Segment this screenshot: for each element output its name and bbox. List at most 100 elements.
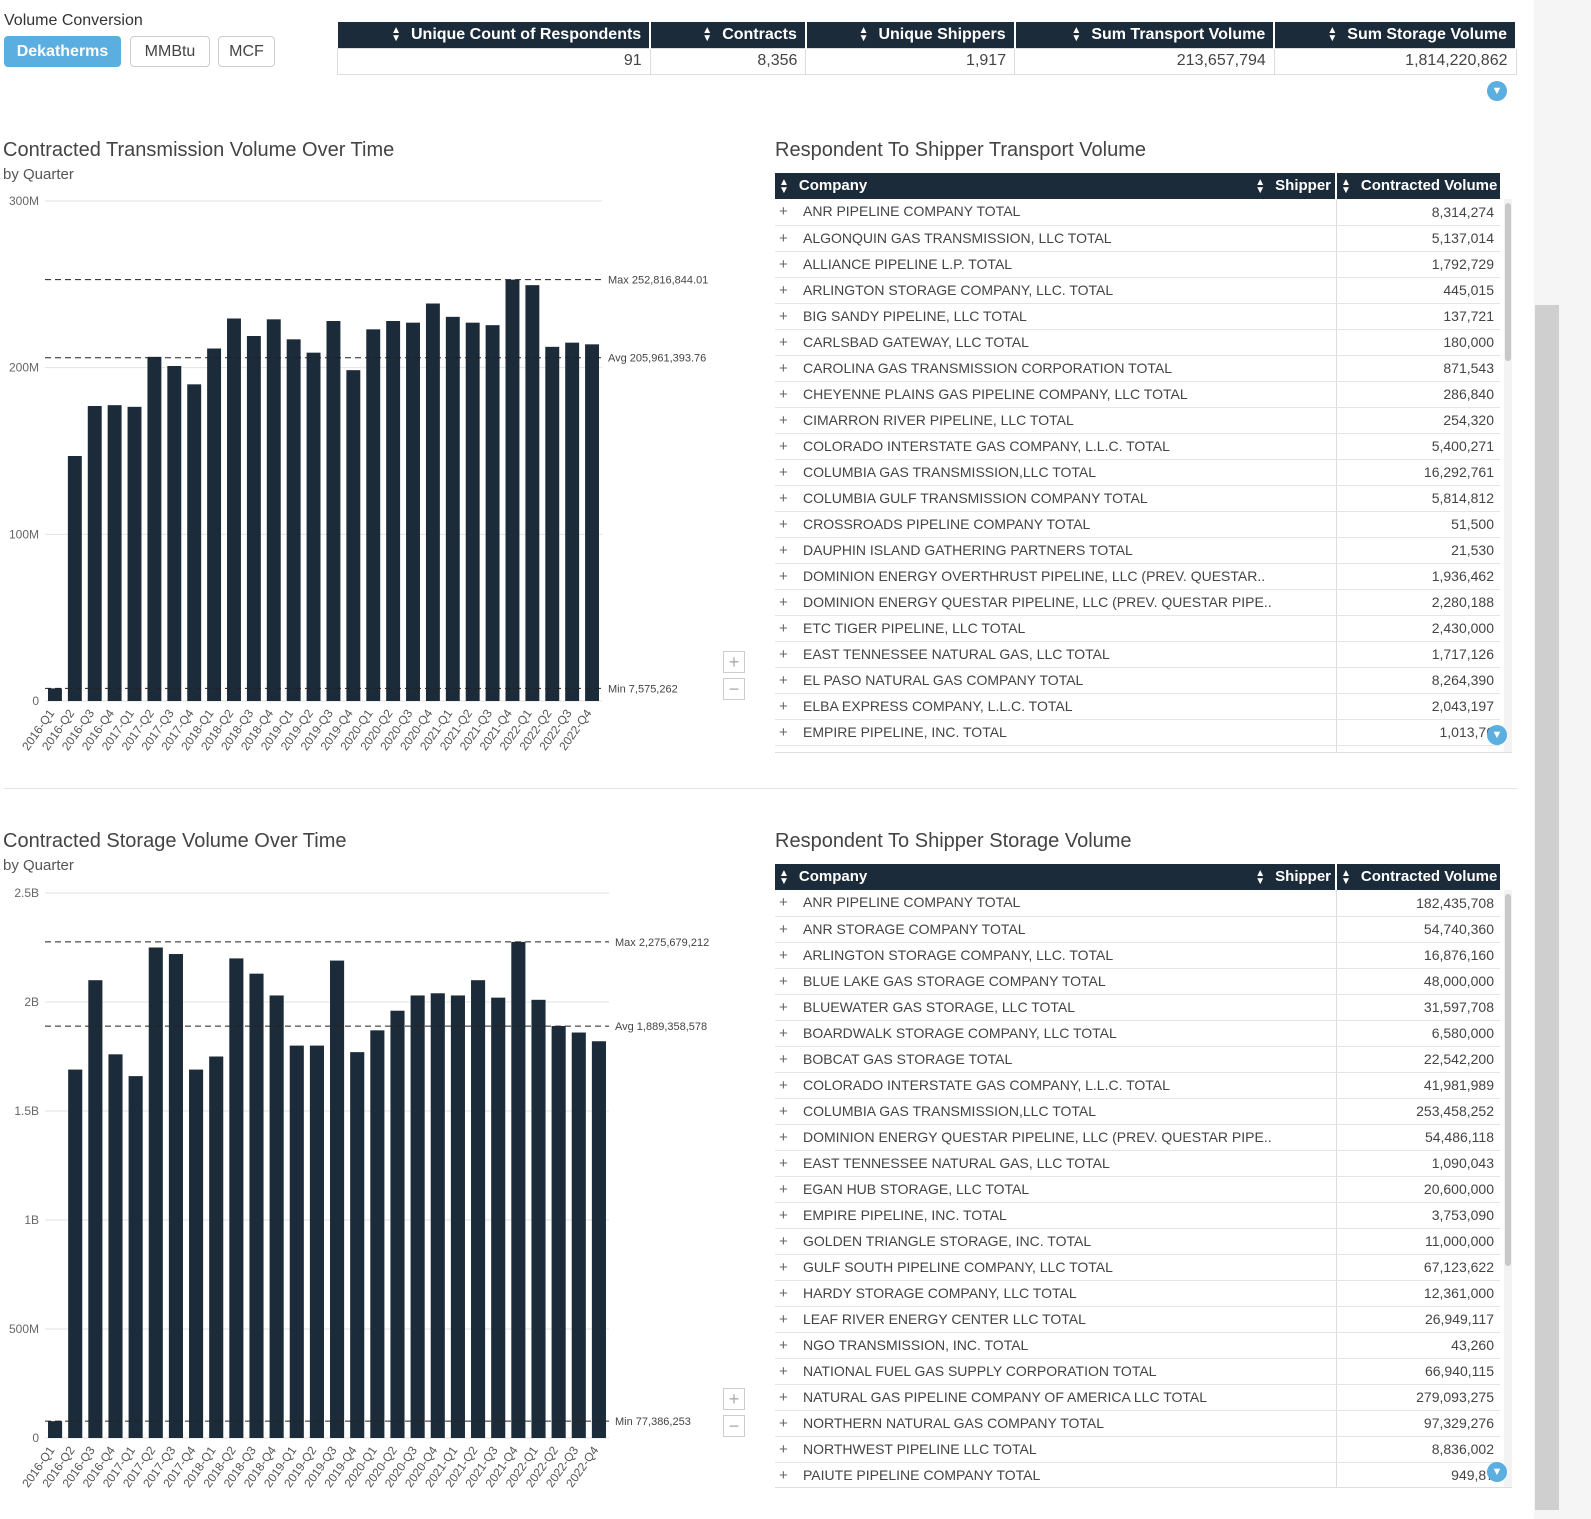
- table-row[interactable]: + DOMINION ENERGY QUESTAR PIPELINE, LLC (…: [775, 589, 1500, 616]
- table-row[interactable]: + CHEYENNE PLAINS GAS PIPELINE COMPANY, L…: [775, 381, 1500, 408]
- column-header-shipper[interactable]: ▲ ▼ Shipper: [1250, 864, 1336, 890]
- plus-icon[interactable]: +: [779, 1207, 795, 1224]
- table-row[interactable]: + BIG SANDY PIPELINE, LLC TOTAL 137,721: [775, 303, 1500, 330]
- plus-icon[interactable]: +: [779, 1285, 795, 1302]
- table-row[interactable]: + BOARDWALK STORAGE COMPANY, LLC TOTAL 6,5…: [775, 1020, 1500, 1047]
- table-row[interactable]: + FAYETTEVILLE EXPRESS PIPELINE LLC TOTAL…: [775, 745, 1500, 753]
- zoom-in-icon[interactable]: +: [723, 1388, 745, 1410]
- transport-table-scroll-thumb[interactable]: [1505, 203, 1511, 361]
- column-header-contracted-volume[interactable]: ▲ ▼ Contracted Volume: [1335, 173, 1500, 199]
- plus-icon[interactable]: +: [779, 438, 795, 455]
- table-row[interactable]: + GOLDEN TRIANGLE STORAGE, INC. TOTAL 11,0…: [775, 1228, 1500, 1255]
- table-row[interactable]: + NATIONAL FUEL GAS SUPPLY CORPORATION TO…: [775, 1358, 1500, 1385]
- sort-icon[interactable]: ▲ ▼: [702, 25, 712, 43]
- table-row[interactable]: + PAIUTE PIPELINE COMPANY TOTAL 949,87: [775, 1462, 1500, 1487]
- table-row[interactable]: + ANR STORAGE COMPANY TOTAL 54,740,360: [775, 916, 1500, 943]
- table-row[interactable]: + DOMINION ENERGY QUESTAR PIPELINE, LLC (…: [775, 1124, 1500, 1151]
- table-row[interactable]: + NGO TRANSMISSION, INC. TOTAL 43,260: [775, 1332, 1500, 1359]
- plus-icon[interactable]: +: [779, 308, 795, 325]
- plus-icon[interactable]: +: [779, 203, 795, 220]
- plus-icon[interactable]: +: [779, 646, 795, 663]
- zoom-out-icon[interactable]: −: [723, 1415, 745, 1437]
- column-header-company[interactable]: ▲ ▼ Company: [775, 173, 1250, 199]
- plus-icon[interactable]: +: [779, 1155, 795, 1172]
- table-row[interactable]: + NORTHWEST PIPELINE LLC TOTAL 8,836,002: [775, 1436, 1500, 1463]
- plus-icon[interactable]: +: [779, 360, 795, 377]
- filter-icon[interactable]: ▼: [1487, 81, 1507, 101]
- summary-header-respondents[interactable]: ▲ ▼ Unique Count of Respondents: [337, 22, 652, 48]
- plus-icon[interactable]: +: [779, 1467, 795, 1484]
- sort-icon[interactable]: ▲ ▼: [391, 25, 401, 43]
- plus-icon[interactable]: +: [779, 1077, 795, 1094]
- table-row[interactable]: + CARLSBAD GATEWAY, LLC TOTAL 180,000: [775, 329, 1500, 356]
- table-row[interactable]: + COLUMBIA GAS TRANSMISSION,LLC TOTAL 16,2…: [775, 459, 1500, 486]
- plus-icon[interactable]: +: [779, 490, 795, 507]
- plus-icon[interactable]: +: [779, 1129, 795, 1146]
- table-row[interactable]: + COLORADO INTERSTATE GAS COMPANY, L.L.C.…: [775, 433, 1500, 460]
- table-row[interactable]: + EAST TENNESSEE NATURAL GAS, LLC TOTAL 1,…: [775, 1150, 1500, 1177]
- page-scroll-thumb[interactable]: [1535, 305, 1559, 1510]
- sort-icon[interactable]: ▲ ▼: [1341, 177, 1351, 195]
- table-row[interactable]: + BOBCAT GAS STORAGE TOTAL 22,542,200: [775, 1046, 1500, 1073]
- plus-icon[interactable]: +: [779, 464, 795, 481]
- plus-icon[interactable]: +: [779, 568, 795, 585]
- table-row[interactable]: + NATURAL GAS PIPELINE COMPANY OF AMERICA…: [775, 1384, 1500, 1411]
- plus-icon[interactable]: +: [779, 947, 795, 964]
- table-row[interactable]: + ANR PIPELINE COMPANY TOTAL 182,435,708: [775, 890, 1500, 917]
- table-row[interactable]: + ALGONQUIN GAS TRANSMISSION, LLC TOTAL 5,…: [775, 225, 1500, 252]
- plus-icon[interactable]: +: [779, 594, 795, 611]
- sort-icon[interactable]: ▲ ▼: [859, 25, 869, 43]
- zoom-in-icon[interactable]: +: [723, 651, 745, 673]
- plus-icon[interactable]: +: [779, 1233, 795, 1250]
- summary-header-storage[interactable]: ▲ ▼ Sum Storage Volume: [1274, 22, 1517, 48]
- plus-icon[interactable]: +: [779, 334, 795, 351]
- table-row[interactable]: + DAUPHIN ISLAND GATHERING PARTNERS TOTAL…: [775, 537, 1500, 564]
- column-header-contracted-volume[interactable]: ▲ ▼ Contracted Volume: [1335, 864, 1500, 890]
- zoom-out-icon[interactable]: −: [723, 678, 745, 700]
- plus-icon[interactable]: +: [779, 1337, 795, 1354]
- table-row[interactable]: + ARLINGTON STORAGE COMPANY, LLC. TOTAL 44…: [775, 277, 1500, 304]
- table-row[interactable]: + COLUMBIA GULF TRANSMISSION COMPANY TOTA…: [775, 485, 1500, 512]
- plus-icon[interactable]: +: [779, 412, 795, 429]
- table-row[interactable]: + NORTHERN NATURAL GAS COMPANY TOTAL 97,32…: [775, 1410, 1500, 1437]
- plus-icon[interactable]: +: [779, 230, 795, 247]
- plus-icon[interactable]: +: [779, 256, 795, 273]
- plus-icon[interactable]: +: [779, 542, 795, 559]
- dekatherms-button[interactable]: Dekatherms: [4, 36, 121, 67]
- mmbtu-button[interactable]: MMBtu: [130, 36, 210, 67]
- table-row[interactable]: + LEAF RIVER ENERGY CENTER LLC TOTAL 26,94…: [775, 1306, 1500, 1333]
- table-row[interactable]: + BLUE LAKE GAS STORAGE COMPANY TOTAL 48,0…: [775, 968, 1500, 995]
- table-row[interactable]: + EMPIRE PIPELINE, INC. TOTAL 1,013,76: [775, 719, 1500, 746]
- plus-icon[interactable]: +: [779, 973, 795, 990]
- plus-icon[interactable]: +: [779, 1103, 795, 1120]
- sort-icon[interactable]: ▲ ▼: [1071, 25, 1081, 43]
- plus-icon[interactable]: +: [779, 1363, 795, 1380]
- plus-icon[interactable]: +: [779, 698, 795, 715]
- table-row[interactable]: + ANR PIPELINE COMPANY TOTAL 8,314,274: [775, 199, 1500, 226]
- plus-icon[interactable]: +: [779, 672, 795, 689]
- table-row[interactable]: + ARLINGTON STORAGE COMPANY, LLC. TOTAL 16…: [775, 942, 1500, 969]
- table-row[interactable]: + ALLIANCE PIPELINE L.P. TOTAL 1,792,729: [775, 251, 1500, 278]
- plus-icon[interactable]: +: [779, 282, 795, 299]
- column-header-company[interactable]: ▲ ▼ Company: [775, 864, 1250, 890]
- mcf-button[interactable]: MCF: [218, 36, 275, 67]
- plus-icon[interactable]: +: [779, 750, 795, 753]
- table-row[interactable]: + COLUMBIA GAS TRANSMISSION,LLC TOTAL 253,…: [775, 1098, 1500, 1125]
- plus-icon[interactable]: +: [779, 1389, 795, 1406]
- column-header-shipper[interactable]: ▲ ▼ Shipper: [1250, 173, 1336, 199]
- plus-icon[interactable]: +: [779, 386, 795, 403]
- plus-icon[interactable]: +: [779, 921, 795, 938]
- filter-icon[interactable]: ▼: [1487, 1462, 1507, 1482]
- plus-icon[interactable]: +: [779, 999, 795, 1016]
- sort-icon[interactable]: ▲ ▼: [779, 177, 789, 195]
- sort-icon[interactable]: ▲ ▼: [1255, 177, 1265, 195]
- summary-header-shippers[interactable]: ▲ ▼ Unique Shippers: [805, 22, 1016, 48]
- table-row[interactable]: + DOMINION ENERGY OVERTHRUST PIPELINE, LL…: [775, 563, 1500, 590]
- table-row[interactable]: + CROSSROADS PIPELINE COMPANY TOTAL 51,500: [775, 511, 1500, 538]
- storage-table-scroll-thumb[interactable]: [1505, 894, 1511, 1266]
- plus-icon[interactable]: +: [779, 724, 795, 741]
- table-row[interactable]: + HARDY STORAGE COMPANY, LLC TOTAL 12,361,…: [775, 1280, 1500, 1307]
- sort-icon[interactable]: ▲ ▼: [779, 868, 789, 886]
- plus-icon[interactable]: +: [779, 1415, 795, 1432]
- table-row[interactable]: + EGAN HUB STORAGE, LLC TOTAL 20,600,000: [775, 1176, 1500, 1203]
